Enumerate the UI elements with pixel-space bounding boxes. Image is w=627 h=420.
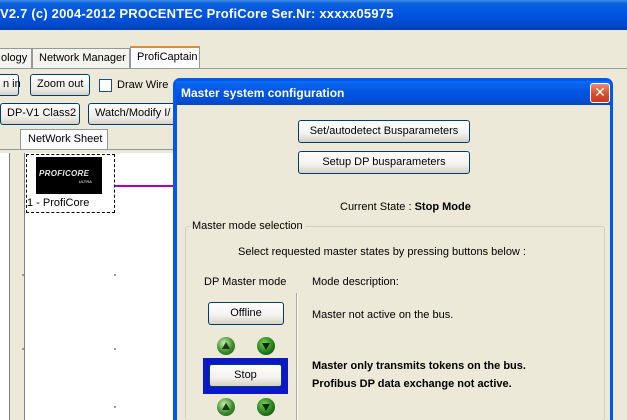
logo-text: PROFICORE [39, 169, 90, 178]
proficore-logo: PROFICORE ULTRA [36, 157, 102, 194]
current-state-value: Stop Mode [414, 201, 471, 213]
logo-subtext: ULTRA [78, 179, 92, 184]
draw-wire-checkbox[interactable] [99, 79, 112, 92]
zoom-in-button[interactable]: n in [0, 74, 21, 96]
tab-proficaptain[interactable]: ProfiCaptain [130, 46, 200, 69]
grid-dot [114, 348, 116, 350]
arrow-down-icon[interactable] [257, 398, 275, 416]
draw-wire-label: Draw Wire [117, 79, 169, 91]
autodetect-busparameters-button[interactable]: Set/autodetect Busparameters [298, 120, 470, 143]
instruction-text: Select requested master states by pressi… [238, 246, 526, 258]
arrow-up-icon[interactable] [217, 398, 235, 416]
arrow-down-icon[interactable] [257, 337, 275, 355]
stop-description-line2: Profibus DP data exchange not active. [312, 378, 512, 390]
offline-description: Master not active on the bus. [312, 309, 454, 321]
dialog-title-bar[interactable]: Master system configuration [176, 81, 610, 105]
close-icon: ✕ [594, 85, 606, 101]
tab-topology[interactable]: ology [0, 48, 32, 68]
tab-divider [0, 68, 627, 69]
grid-dot [114, 274, 116, 276]
column-header-description: Mode description: [312, 276, 399, 288]
grid-dot [22, 274, 24, 276]
stop-button[interactable]: Stop [209, 364, 282, 387]
column-header-mode: DP Master mode [204, 276, 287, 288]
watch-modify-button[interactable]: Watch/Modify I/ [88, 103, 180, 125]
grid-dot [114, 406, 116, 408]
dialog-title: Master system configuration [181, 86, 345, 100]
grid-dot [22, 348, 24, 350]
tab-network-manager[interactable]: Network Manager [32, 48, 130, 68]
current-state-label: Current State : [340, 201, 415, 213]
tab-network-sheet[interactable]: NetWork Sheet [20, 129, 108, 149]
bus-wire[interactable] [115, 185, 177, 187]
column-separator [296, 293, 298, 420]
close-button[interactable]: ✕ [590, 83, 610, 103]
sheet-left-panel [0, 153, 10, 420]
zoom-out-button[interactable]: Zoom out [30, 74, 90, 96]
arrow-up-icon[interactable] [217, 337, 235, 355]
stop-description-line1: Master only transmits tokens on the bus. [312, 360, 526, 372]
group-title: Master mode selection [190, 220, 305, 232]
offline-button[interactable]: Offline [208, 302, 284, 325]
app-title: V2.7 (c) 2004-2012 PROCENTEC ProfiCore S… [0, 6, 394, 21]
dpv1-class2-button[interactable]: DP-V1 Class2 [0, 103, 80, 125]
main-title-bar[interactable]: V2.7 (c) 2004-2012 PROCENTEC ProfiCore S… [0, 0, 627, 30]
current-state: Current State : Stop Mode [340, 201, 471, 213]
menu-bar [0, 30, 627, 46]
device-label: 1 - ProfiCore [27, 197, 90, 209]
setup-dp-busparameters-button[interactable]: Setup DP busparameters [298, 151, 470, 174]
